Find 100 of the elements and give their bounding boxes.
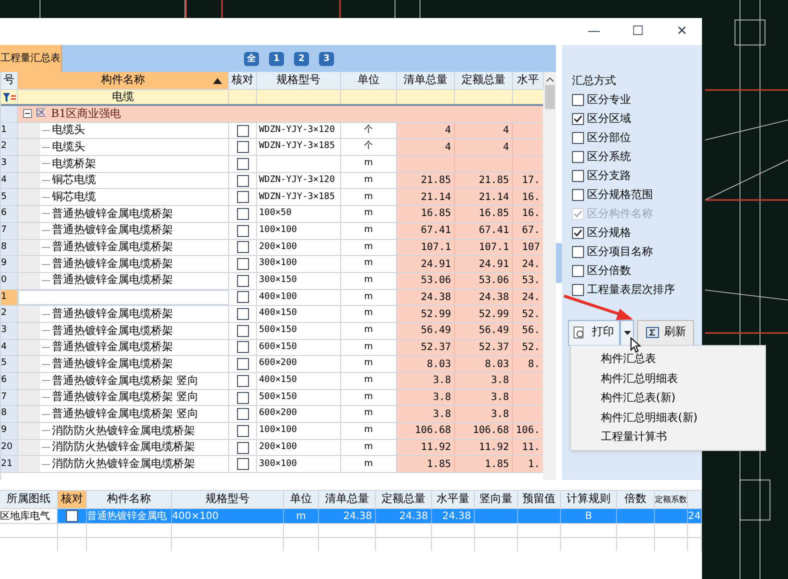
row-number[interactable]: 6	[1, 373, 18, 389]
quantity-cell: 8.03	[397, 356, 455, 372]
menu-item[interactable]: 构件汇总表(新)	[571, 388, 765, 408]
detail-row[interactable]: 区地库电气 普通热镀锌金属电 400×100 m 24.38 24.38 24.38 B 24	[0, 509, 702, 523]
checkbox[interactable]	[236, 258, 248, 270]
checkbox[interactable]	[236, 124, 248, 137]
checkbox[interactable]	[236, 274, 248, 287]
menu-item[interactable]: 构件汇总表	[571, 349, 765, 368]
column-header[interactable]: 构件名称	[18, 72, 229, 89]
checkbox[interactable]	[66, 510, 78, 522]
column-header[interactable]: 构件名称	[107, 491, 151, 508]
column-header[interactable]: 规格型号	[206, 491, 250, 508]
checkbox[interactable]	[572, 151, 584, 163]
column-header[interactable]: 单位	[290, 491, 312, 508]
row-number[interactable]: 9	[1, 256, 18, 272]
checkbox[interactable]	[236, 442, 248, 454]
column-header[interactable]: 单位	[341, 72, 397, 89]
scroll-thumb[interactable]	[544, 85, 554, 109]
checkbox[interactable]	[572, 94, 584, 106]
column-header[interactable]: 计算规则	[566, 491, 610, 508]
row-number[interactable]: 1	[1, 290, 18, 306]
row-number[interactable]: 8	[1, 240, 18, 256]
column-header[interactable]: 规格型号	[257, 72, 341, 89]
checkbox[interactable]	[572, 113, 584, 125]
checkbox[interactable]	[236, 458, 248, 470]
checkbox[interactable]	[236, 424, 248, 437]
row-number[interactable]: 7	[1, 222, 18, 238]
level-button[interactable]: 全	[244, 52, 259, 66]
checkbox[interactable]	[572, 246, 584, 258]
quantity-cell: 107.1	[455, 240, 513, 256]
checkbox[interactable]	[572, 170, 584, 182]
option-label: 区分规格范围	[587, 186, 653, 203]
menu-item[interactable]: 构件汇总明细表	[571, 368, 765, 388]
checkbox[interactable]	[236, 158, 248, 170]
checkbox[interactable]	[572, 227, 584, 239]
checkbox[interactable]	[236, 374, 248, 387]
row-number[interactable]: 6	[1, 206, 18, 222]
column-header[interactable]: 核对	[229, 72, 257, 89]
row-number[interactable]: 5	[1, 189, 18, 206]
checkbox[interactable]	[236, 392, 248, 404]
column-header[interactable]: 预留值	[522, 491, 556, 508]
column-header[interactable]: 定额总量	[382, 491, 426, 508]
row-number[interactable]: 2	[1, 306, 18, 322]
level-button[interactable]: 1	[269, 52, 284, 66]
window-control[interactable]: ☐	[628, 22, 648, 42]
row-number[interactable]: 1	[1, 122, 18, 138]
checkbox[interactable]	[236, 241, 248, 254]
checkbox[interactable]	[236, 358, 248, 370]
row-number[interactable]: 4	[1, 172, 18, 188]
checkbox[interactable]	[236, 224, 248, 237]
column-header[interactable]: 清单总量	[397, 72, 455, 89]
row-number[interactable]: 21	[1, 456, 18, 472]
scrollbar[interactable]	[543, 72, 556, 480]
menu-item[interactable]: 工程量计算书	[571, 427, 765, 446]
checkbox[interactable]	[572, 284, 584, 296]
column-header[interactable]: 倍数	[624, 491, 646, 508]
row-number[interactable]: 3	[1, 322, 18, 339]
unit-cell-text: m	[364, 390, 373, 404]
level-button[interactable]: 3	[319, 52, 334, 66]
refresh-button[interactable]: 刷新	[637, 320, 694, 346]
checkbox[interactable]	[572, 189, 584, 201]
row-number[interactable]: 5	[1, 356, 18, 372]
window-control[interactable]: ✕	[672, 22, 692, 42]
filter-value[interactable]: 电缆	[112, 88, 134, 106]
column-header[interactable]: 水平量	[436, 491, 470, 508]
column-header[interactable]: 清单总量	[325, 491, 369, 508]
menu-item[interactable]: 构件汇总明细表(新)	[571, 408, 765, 427]
edit-cell[interactable]	[18, 290, 229, 306]
print-button[interactable]: 打印	[568, 320, 620, 346]
row-number[interactable]: 9	[1, 423, 18, 439]
panel-toggle[interactable]	[556, 242, 562, 282]
row-number[interactable]: 3	[1, 156, 18, 172]
checkbox[interactable]	[236, 208, 248, 220]
column-header[interactable]: 所属图纸	[6, 491, 50, 508]
checkbox[interactable]	[236, 141, 248, 154]
tab[interactable]: 工程量汇总表	[0, 45, 62, 72]
row-number[interactable]: 7	[1, 390, 18, 406]
row-number[interactable]: 4	[1, 340, 18, 356]
column-header[interactable]: 定额系数	[655, 496, 687, 504]
row-number[interactable]: 8	[1, 406, 18, 422]
checkbox[interactable]	[236, 174, 248, 187]
collapse-icon[interactable]	[23, 109, 32, 118]
level-button[interactable]: 2	[294, 52, 309, 66]
column-header[interactable]: 竖向量	[480, 491, 512, 508]
dropdown-button[interactable]	[620, 320, 634, 346]
checkbox[interactable]	[572, 265, 584, 277]
filter-icon[interactable]	[2, 92, 16, 102]
row-number[interactable]: 20	[1, 440, 18, 456]
scroll-up-icon[interactable]	[546, 77, 554, 82]
row-number[interactable]: 2	[1, 139, 18, 156]
window-control[interactable]: —	[584, 22, 604, 42]
checkbox[interactable]	[236, 341, 248, 354]
column-header[interactable]: 定额总量	[455, 72, 513, 89]
checkbox[interactable]	[236, 291, 248, 304]
checkbox[interactable]	[236, 408, 248, 420]
checkbox[interactable]	[236, 324, 248, 337]
row-number[interactable]: 0	[1, 272, 18, 289]
checkbox[interactable]	[572, 132, 584, 144]
checkbox[interactable]	[236, 308, 248, 320]
checkbox[interactable]	[236, 191, 248, 204]
